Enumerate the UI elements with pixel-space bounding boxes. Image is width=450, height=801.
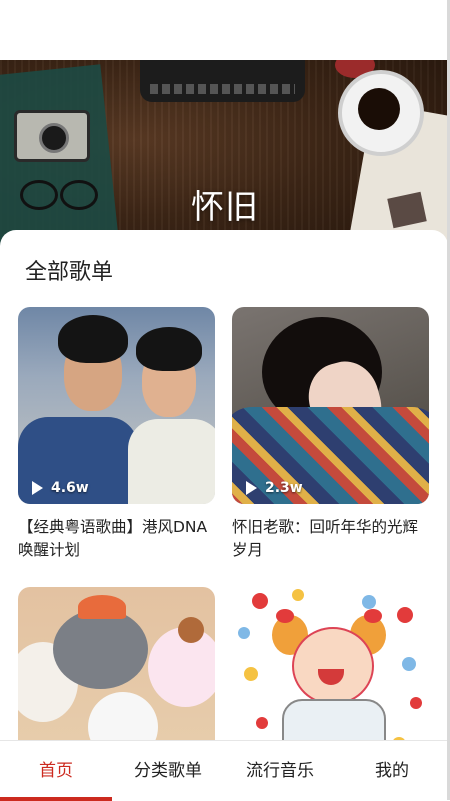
tab-label: 首页 xyxy=(39,761,73,781)
playlist-card[interactable] xyxy=(232,587,429,740)
playlist-title[interactable]: 【经典粤语歌曲】港风DNA唤醒计划 xyxy=(18,516,215,562)
playlist-title[interactable]: 怀旧老歌：回听年华的光辉岁月 xyxy=(232,516,429,562)
play-count-value: 2.3w xyxy=(265,480,303,496)
tab-label: 流行音乐 xyxy=(246,761,314,781)
playlist-cover-image[interactable] xyxy=(18,587,215,740)
playlist-cover-image[interactable]: 4.6w xyxy=(18,307,215,504)
playlist-card[interactable]: 2.3w 怀旧老歌：回听年华的光辉岁月 xyxy=(232,307,429,562)
tab-playlist-categories[interactable]: 分类歌单 xyxy=(112,741,224,801)
play-icon xyxy=(32,481,43,495)
tab-mine[interactable]: 我的 xyxy=(336,741,448,801)
play-count: 2.3w xyxy=(246,480,303,496)
play-count: 4.6w xyxy=(32,480,89,496)
playlist-cover-image[interactable]: 2.3w xyxy=(232,307,429,504)
banner-title: 怀旧 xyxy=(191,187,259,226)
playlist-card[interactable] xyxy=(18,587,215,740)
playlist-card[interactable]: 4.6w 【经典粤语歌曲】港风DNA唤醒计划 xyxy=(18,307,215,562)
playlist-panel: 全部歌单 4.6w 【经典粤语歌曲】港风DNA唤醒计划 2.3w 怀旧老歌：回听… xyxy=(0,230,448,740)
status-bar xyxy=(0,0,450,60)
tab-pop-music[interactable]: 流行音乐 xyxy=(224,741,336,801)
camera-decoration xyxy=(14,110,90,162)
active-tab-indicator xyxy=(0,797,112,801)
camera-lens xyxy=(39,123,69,153)
tab-label: 分类歌单 xyxy=(134,761,202,781)
typewriter-decoration xyxy=(140,60,305,102)
play-icon xyxy=(246,481,257,495)
bottom-navigation: 首页 分类歌单 流行音乐 我的 xyxy=(0,740,448,801)
coffee-cup-decoration xyxy=(338,70,424,156)
tab-label: 我的 xyxy=(375,761,409,781)
tab-home[interactable]: 首页 xyxy=(0,741,112,801)
playlist-cover-image[interactable] xyxy=(232,587,429,740)
play-count-value: 4.6w xyxy=(51,480,89,496)
section-title: 全部歌单 xyxy=(25,260,114,285)
